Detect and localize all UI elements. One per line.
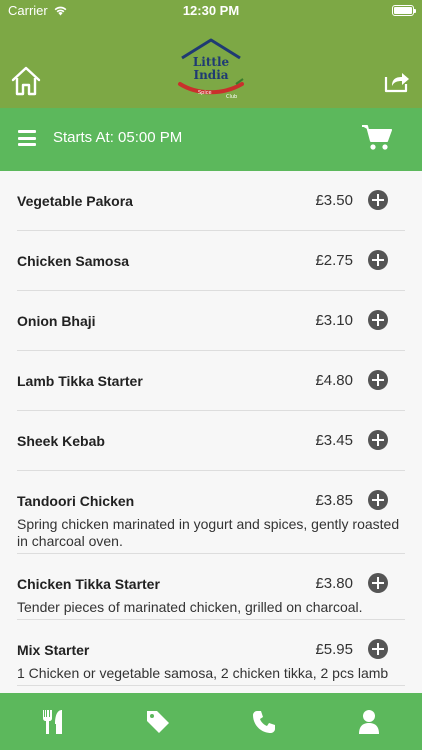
add-icon[interactable] bbox=[368, 430, 388, 450]
restaurant-logo: Little India Spice Club bbox=[178, 38, 244, 100]
user-icon bbox=[359, 709, 380, 734]
item-name: Lamb Tikka Starter bbox=[17, 373, 143, 389]
menu-item: Chicken Tikka Starter £3.80 Tender piece… bbox=[17, 554, 405, 620]
menu-item-list: Vegetable Pakora £3.50 Chicken Samosa £2… bbox=[0, 171, 422, 693]
account-tab[interactable] bbox=[317, 693, 422, 750]
add-icon[interactable] bbox=[368, 310, 388, 330]
item-price: £3.45 bbox=[315, 432, 353, 449]
logo-tag2: Club bbox=[226, 94, 237, 100]
share-icon[interactable] bbox=[384, 69, 410, 93]
menu-item: Onion Bhaji £3.10 bbox=[17, 291, 405, 351]
menu-item: Sheek Kebab £3.45 bbox=[17, 411, 405, 471]
menu-item: Vegetable Pakora £3.50 bbox=[17, 171, 405, 231]
category-bar: Starts At: 05:00 PM bbox=[0, 108, 422, 171]
fork-knife-icon bbox=[42, 709, 62, 734]
item-price: £3.80 bbox=[315, 575, 353, 592]
item-price: £3.50 bbox=[315, 192, 353, 209]
status-time: 12:30 PM bbox=[182, 3, 240, 18]
item-name: Mix Starter bbox=[17, 642, 90, 658]
menu-item: Lamb Tikka Starter £4.80 bbox=[17, 351, 405, 411]
add-icon[interactable] bbox=[368, 250, 388, 270]
cart-icon[interactable] bbox=[362, 124, 392, 152]
add-icon[interactable] bbox=[368, 573, 388, 593]
app-header: Little India Spice Club bbox=[0, 22, 422, 108]
add-icon[interactable] bbox=[368, 490, 388, 510]
item-price: £5.95 bbox=[315, 641, 353, 658]
call-tab[interactable] bbox=[211, 693, 317, 750]
logo-line1: Little bbox=[193, 55, 230, 69]
item-name: Chicken Tikka Starter bbox=[17, 576, 160, 592]
item-name: Onion Bhaji bbox=[17, 313, 96, 329]
item-name: Vegetable Pakora bbox=[17, 193, 133, 209]
menu-item: Tandoori Chicken £3.85 Spring chicken ma… bbox=[17, 471, 405, 554]
item-price: £3.85 bbox=[315, 492, 353, 509]
battery-icon bbox=[392, 5, 416, 16]
item-name: Sheek Kebab bbox=[17, 433, 105, 449]
item-name: Tandoori Chicken bbox=[17, 493, 135, 509]
hamburger-menu-icon[interactable] bbox=[18, 130, 36, 146]
add-icon[interactable] bbox=[368, 639, 388, 659]
add-icon[interactable] bbox=[368, 190, 388, 210]
item-price: £2.75 bbox=[315, 252, 353, 269]
status-bar: Carrier 12:30 PM bbox=[0, 0, 422, 22]
menu-tab[interactable] bbox=[0, 693, 106, 750]
item-price: £3.10 bbox=[315, 312, 353, 329]
home-icon[interactable] bbox=[10, 65, 42, 97]
logo-tag1: Spice bbox=[198, 90, 212, 96]
item-name: Chicken Samosa bbox=[17, 253, 130, 269]
category-title: Starts At: 05:00 PM bbox=[53, 129, 183, 146]
menu-item: Chicken Samosa £2.75 bbox=[17, 231, 405, 291]
menu-item: Mix Starter £5.95 1 Chicken or vegetable… bbox=[17, 620, 405, 686]
offers-tab[interactable] bbox=[106, 693, 212, 750]
tag-icon bbox=[147, 710, 170, 733]
phone-icon bbox=[252, 710, 275, 733]
logo-line2: India bbox=[193, 68, 228, 82]
bottom-tab-bar bbox=[0, 693, 422, 750]
add-icon[interactable] bbox=[368, 370, 388, 390]
item-price: £4.80 bbox=[315, 372, 353, 389]
